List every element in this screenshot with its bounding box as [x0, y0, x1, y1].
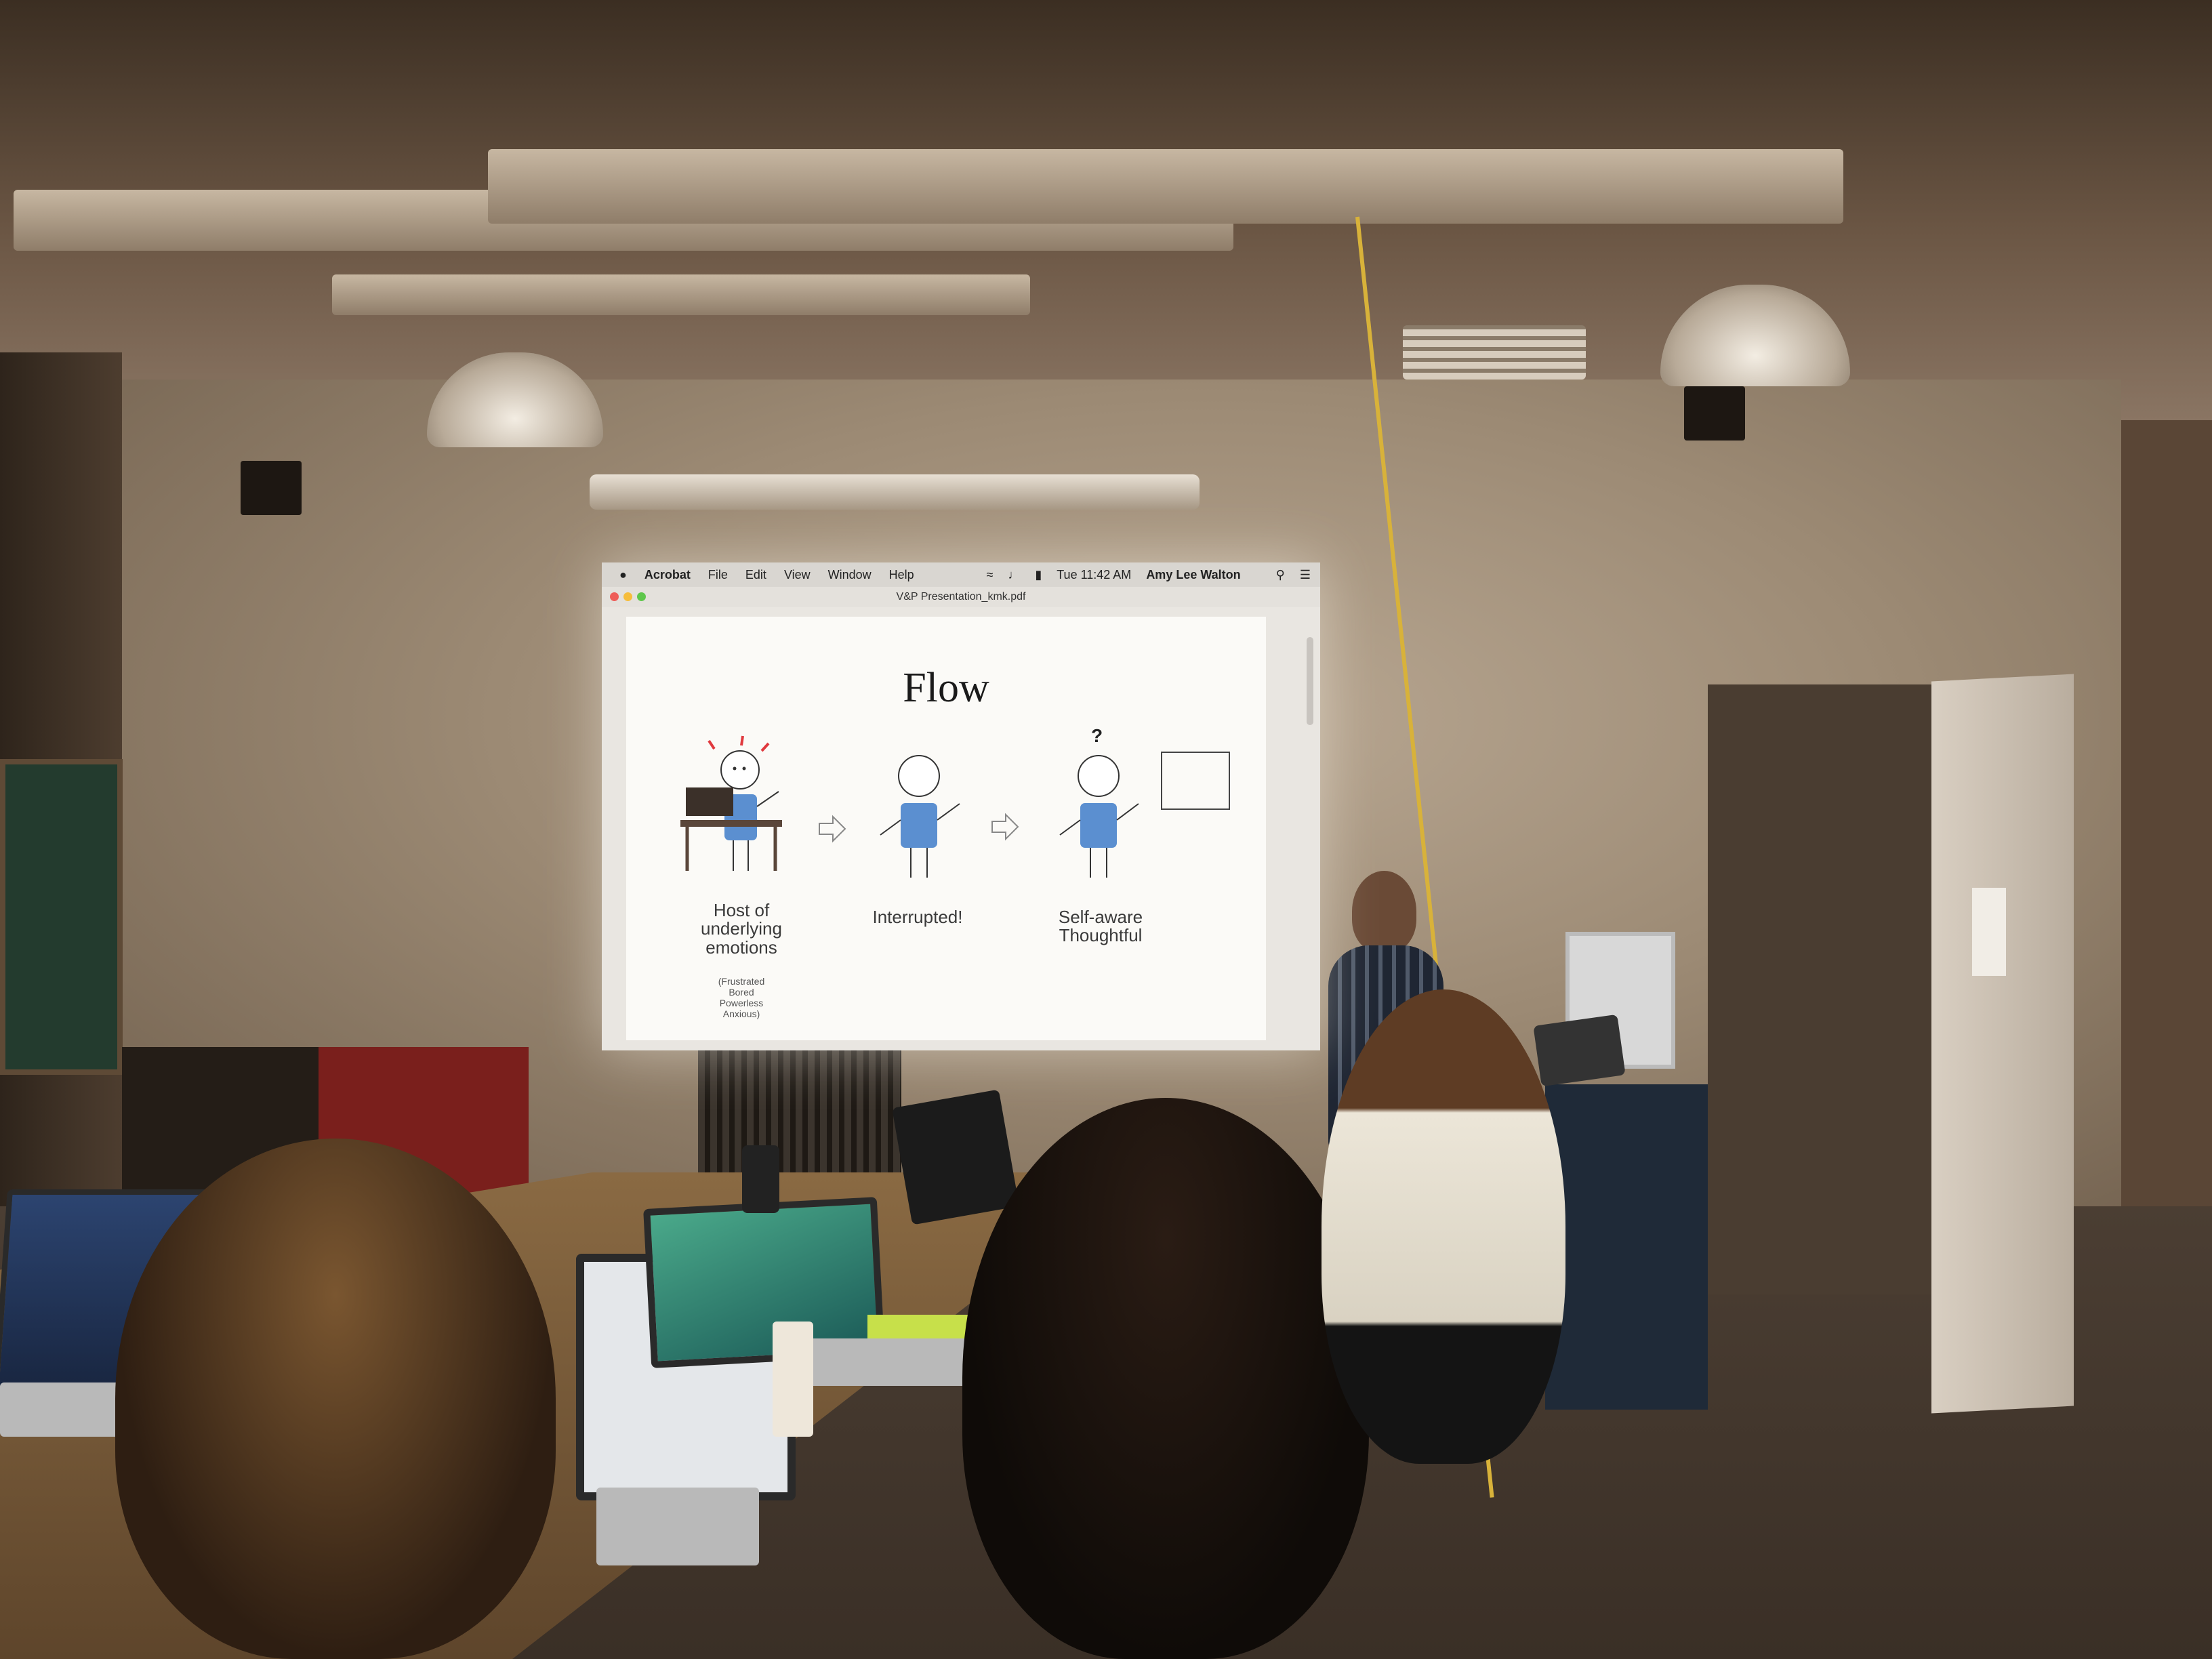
- menu-app-name[interactable]: Acrobat: [644, 568, 691, 582]
- wifi-icon[interactable]: ≈: [986, 568, 993, 582]
- projector-screen-housing: [590, 474, 1200, 510]
- ceiling-vent: [1403, 325, 1586, 380]
- doorway: [1708, 684, 1938, 1294]
- stick-figure-interrupted: [880, 755, 960, 878]
- menu-edit[interactable]: Edit: [745, 568, 766, 582]
- window-titlebar: V&P Presentation_kmk.pdf: [602, 587, 1320, 607]
- volume-icon[interactable]: ♩: [1008, 568, 1020, 582]
- menu-help[interactable]: Help: [889, 568, 914, 582]
- stage3-caption: Self-aware Thoughtful: [1058, 907, 1143, 946]
- menubar-user-name[interactable]: Amy Lee Walton: [1146, 568, 1240, 582]
- zoom-window-icon[interactable]: [637, 592, 646, 601]
- open-door: [1931, 674, 2074, 1414]
- scrollbar[interactable]: [1307, 637, 1313, 725]
- tablet: [1533, 1014, 1626, 1087]
- presenter-head: [1352, 871, 1416, 952]
- laptop-screen: [892, 1089, 1019, 1225]
- menu-window[interactable]: Window: [828, 568, 872, 582]
- travel-mug: [742, 1145, 779, 1213]
- menubar-status-area: ≈ ♩ ▮ Tue 11:42 AM Amy Lee Walton ⚲ ☰: [971, 568, 1320, 582]
- thought-box: [1161, 752, 1230, 810]
- audience-member: [115, 1139, 556, 1659]
- stick-figure-thoughtful: [1059, 752, 1230, 878]
- menubar-clock[interactable]: Tue 11:42 AM: [1057, 568, 1131, 582]
- close-window-icon[interactable]: [610, 592, 619, 601]
- laptop-keyboard: [806, 1338, 969, 1386]
- laptop-keyboard: [596, 1488, 759, 1565]
- notice-paper: [1972, 888, 2006, 976]
- stage2-caption: Interrupted!: [872, 907, 963, 927]
- ceiling-light-fixture: [332, 274, 1030, 315]
- arrow-right-icon: [819, 815, 846, 843]
- search-icon[interactable]: ⚲: [1276, 568, 1285, 582]
- podium: [1545, 1084, 1708, 1410]
- mac-menubar: ● Acrobat File Edit View Window Help ≈ ♩…: [602, 562, 1320, 588]
- chalkboard: [0, 759, 123, 1075]
- question-mark: ?: [1091, 725, 1103, 746]
- apple-icon[interactable]: ●: [619, 568, 627, 582]
- wall-speaker: [241, 461, 302, 515]
- arrow-right-icon: [991, 813, 1019, 841]
- alert-marks-icon: [708, 735, 770, 752]
- menu-view[interactable]: View: [784, 568, 811, 582]
- audience-member: [1322, 989, 1565, 1464]
- window-title: V&P Presentation_kmk.pdf: [896, 591, 1026, 602]
- coffee-cup: [773, 1322, 813, 1437]
- projected-screen: ● Acrobat File Edit View Window Help ≈ ♩…: [602, 562, 1320, 1050]
- stick-figure-at-desk: [680, 735, 782, 871]
- battery-icon[interactable]: ▮: [1035, 568, 1042, 582]
- audience-member: [962, 1098, 1369, 1659]
- minimize-window-icon[interactable]: [623, 592, 632, 601]
- stage1-subcaption: (Frustrated Bored Powerless Anxious): [718, 976, 765, 1020]
- wall-speaker: [1684, 386, 1745, 441]
- menu-file[interactable]: File: [708, 568, 728, 582]
- pdf-slide: Flow ? Host of underlying emotions (Frus…: [626, 617, 1266, 1040]
- wall-vent: [698, 1047, 901, 1176]
- stage1-caption: Host of underlying emotions: [701, 900, 782, 958]
- notifications-icon[interactable]: ☰: [1300, 568, 1311, 582]
- ceiling-duct: [488, 149, 1843, 224]
